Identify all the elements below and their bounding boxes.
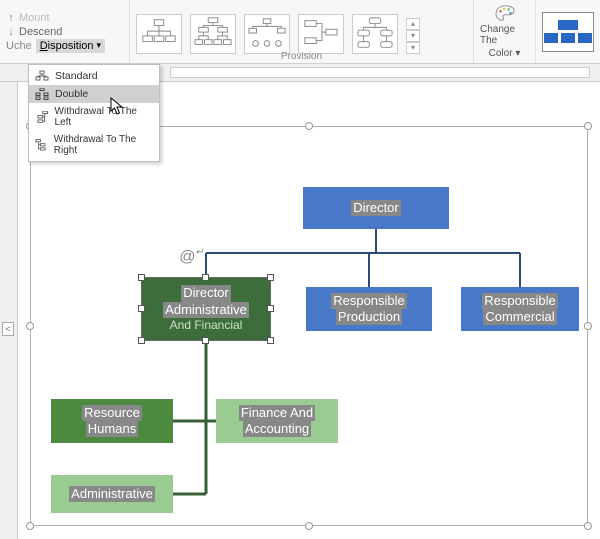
disposition-label: isposition xyxy=(48,40,94,52)
layout-option-4[interactable] xyxy=(298,14,344,54)
gallery-scroll-down[interactable]: ▾ xyxy=(406,30,420,42)
resize-handle[interactable] xyxy=(584,522,592,530)
ribbon: ↑Mount ↓Descend Uche Disposition ▾ xyxy=(0,0,600,64)
disposition-option-right[interactable]: Withdrawal To The Right xyxy=(29,131,159,159)
node-handle[interactable] xyxy=(267,337,274,344)
node-handle[interactable] xyxy=(138,305,145,312)
change-colors-button[interactable]: Change The Color ▾ xyxy=(474,0,536,63)
resize-handle[interactable] xyxy=(305,122,313,130)
layout-option-3[interactable] xyxy=(244,14,290,54)
vertical-ruler: < xyxy=(0,82,18,539)
layout-option-5[interactable] xyxy=(352,14,398,54)
layout-option-2[interactable] xyxy=(190,14,236,54)
org-node-finance[interactable]: Finance And Accounting xyxy=(216,399,338,443)
smartart-style-thumb[interactable] xyxy=(536,0,600,63)
ribbon-layout-gallery: ▴ ▾ ▾ Provision xyxy=(130,0,474,63)
org-node-hr[interactable]: Resource Humans xyxy=(51,399,173,443)
node-handle[interactable] xyxy=(267,305,274,312)
smartart-selection[interactable]: @ Director Director Administrative And F… xyxy=(30,126,588,526)
disposition-option-standard[interactable]: Standard xyxy=(29,67,159,85)
descend-button[interactable]: ↓Descend xyxy=(6,25,123,39)
org-node-production[interactable]: Responsible Production xyxy=(306,287,432,331)
org-node-daf[interactable]: Director Administrative And Financial xyxy=(141,277,271,341)
mount-button[interactable]: ↑Mount xyxy=(6,11,123,25)
standard-layout-icon xyxy=(35,70,49,82)
resize-handle[interactable] xyxy=(26,322,34,330)
ruler-expand-button[interactable]: < xyxy=(2,322,14,336)
disposition-option-double[interactable]: Double xyxy=(29,85,159,103)
node-handle[interactable] xyxy=(138,337,145,344)
disposition-dropdown-button[interactable]: Disposition ▾ xyxy=(36,39,105,53)
uche-label: Uche xyxy=(6,40,32,52)
node-handle[interactable] xyxy=(202,274,209,281)
org-node-commercial[interactable]: Responsible Commercial xyxy=(461,287,579,331)
node-handle[interactable] xyxy=(138,274,145,281)
disposition-dropdown: Standard Double Withdrawal To The Left W… xyxy=(28,64,160,162)
resize-handle[interactable] xyxy=(305,522,313,530)
gallery-scroll-up[interactable]: ▴ xyxy=(406,18,420,30)
resize-handle[interactable] xyxy=(26,522,34,530)
palette-icon xyxy=(494,4,516,22)
node-handle[interactable] xyxy=(267,274,274,281)
left-layout-icon xyxy=(35,111,49,123)
provision-group-label: Provision xyxy=(130,51,473,62)
org-node-administrative[interactable]: Administrative xyxy=(51,475,173,513)
right-layout-icon xyxy=(35,139,48,151)
gallery-scroll: ▴ ▾ ▾ xyxy=(406,14,420,54)
ribbon-layout-controls: ↑Mount ↓Descend Uche Disposition ▾ xyxy=(0,0,130,63)
double-layout-icon xyxy=(35,88,49,100)
resize-handle[interactable] xyxy=(584,322,592,330)
layout-option-1[interactable] xyxy=(136,14,182,54)
org-node-director[interactable]: Director xyxy=(303,187,449,229)
anchor-icon: @ xyxy=(179,247,204,266)
resize-handle[interactable] xyxy=(584,122,592,130)
disposition-option-left[interactable]: Withdrawal To The Left xyxy=(29,103,159,131)
node-handle[interactable] xyxy=(202,337,209,344)
